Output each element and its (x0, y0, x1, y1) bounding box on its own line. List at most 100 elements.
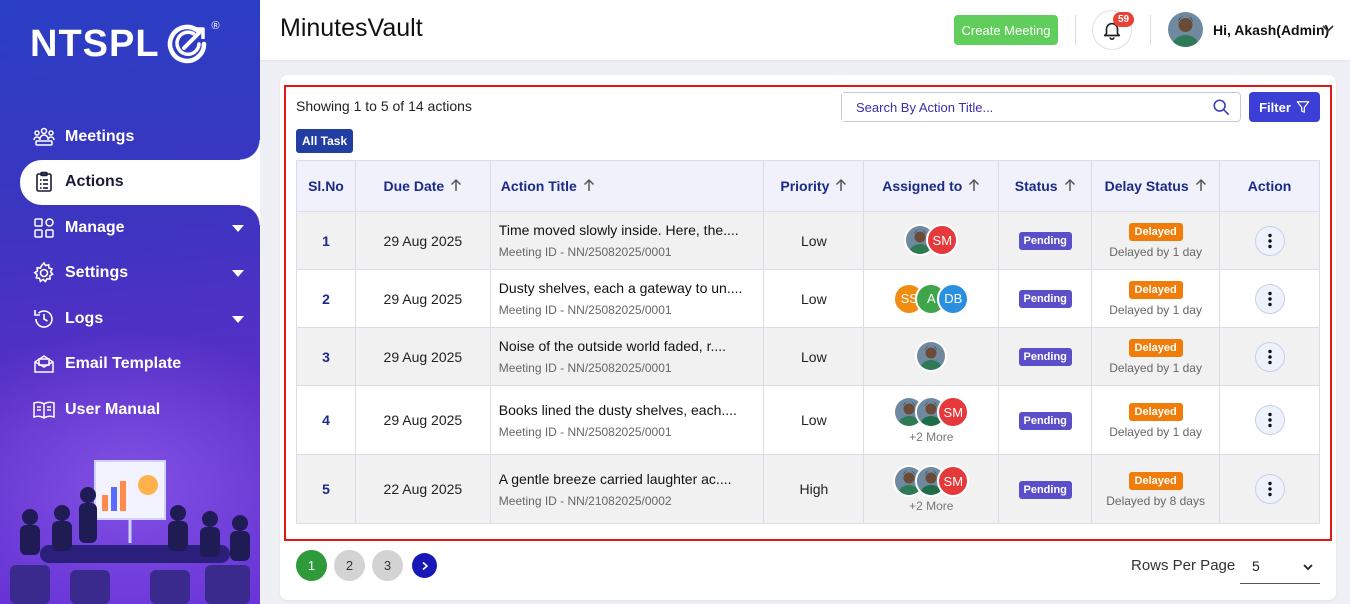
caret-down-icon[interactable] (232, 224, 244, 232)
cell-action-title[interactable]: Noise of the outside world faded, r.... M… (489, 327, 765, 386)
cell-priority: High (763, 454, 865, 524)
cell-action-title[interactable]: Dusty shelves, each a gateway to un.... M… (489, 269, 765, 328)
more-assignees-link[interactable]: +2 More (864, 499, 998, 513)
cell-priority: Low (763, 327, 865, 386)
user-greeting[interactable]: Hi, Akash(Admin) (1213, 22, 1329, 38)
more-options-button[interactable] (1254, 474, 1285, 504)
header-priority[interactable]: Priority (763, 160, 865, 212)
sidebar-item-logs[interactable]: Logs (0, 296, 260, 342)
user-avatar[interactable] (1168, 12, 1203, 47)
gear-icon (32, 261, 56, 285)
table-row[interactable]: 3 29 Aug 2025 Noise of the outside world f… (296, 327, 1320, 386)
action-title-text[interactable]: Dusty shelves, each a gateway to un.... (499, 280, 764, 296)
more-options-button[interactable] (1254, 283, 1285, 314)
sidebar-item-label: Settings (65, 264, 129, 282)
action-title-text[interactable]: Time moved slowly inside. Here, the.... (499, 222, 764, 238)
more-assignees-link[interactable]: +2 More (864, 430, 998, 444)
sidebar-item-label: User Manual (65, 400, 161, 418)
more-options-button[interactable] (1254, 341, 1285, 372)
cell-priority: Low (763, 211, 865, 270)
meeting-id-text: Meeting ID - NN/25082025/0001 (498, 245, 672, 259)
cell-due-date: 22 Aug 2025 (354, 454, 491, 524)
book-icon (32, 398, 56, 422)
search-input[interactable] (842, 93, 1202, 121)
sidebar-item-settings[interactable]: Settings (0, 251, 260, 297)
cell-status: Pending (998, 454, 1093, 524)
cell-action (1219, 327, 1320, 386)
create-meeting-button[interactable]: Create Meeting (954, 15, 1058, 45)
page-button-1[interactable]: 1 (296, 550, 327, 581)
delay-text: Delayed by 1 day (1109, 245, 1202, 259)
status-badge: Pending (1018, 290, 1072, 308)
cell-action-title[interactable]: Books lined the dusty shelves, each.... M… (489, 385, 765, 455)
top-header: MinutesVault Create Meeting 59 Hi, Akash… (260, 0, 1350, 60)
page-button-2[interactable]: 2 (334, 550, 365, 581)
caret-down-icon[interactable] (232, 270, 244, 278)
cell-assigned-to: SM +2 More (863, 454, 1000, 524)
more-options-button[interactable] (1254, 225, 1285, 256)
tab-all-task[interactable]: All Task (296, 129, 354, 153)
action-title-text[interactable]: A gentle breeze carried laughter ac.... (499, 471, 764, 487)
logo-mark-icon: ® (166, 20, 220, 66)
search-icon[interactable] (1212, 98, 1230, 116)
search-box (841, 92, 1241, 122)
chevron-right-icon (421, 561, 428, 570)
sidebar-item-user-manual[interactable]: User Manual (0, 387, 260, 433)
table-row[interactable]: 4 29 Aug 2025 Books lined the dusty shelve… (296, 385, 1320, 455)
chevron-down-icon (1303, 564, 1313, 571)
sidebar-item-label: Actions (65, 173, 124, 191)
status-badge: Pending (1018, 480, 1072, 499)
header-assigned-to[interactable]: Assigned to (863, 160, 1000, 212)
sidebar-item-manage[interactable]: Manage (0, 205, 260, 251)
clipboard-icon (32, 170, 56, 194)
action-title-text[interactable]: Noise of the outside world faded, r.... (499, 338, 764, 354)
more-options-button[interactable] (1254, 405, 1285, 435)
cell-assigned-to: SM (863, 211, 1000, 270)
cell-action-title[interactable]: Time moved slowly inside. Here, the.... M… (489, 211, 765, 270)
table-row[interactable]: 2 29 Aug 2025 Dusty shelves, each a gatewa… (296, 269, 1320, 328)
cell-delay-status: Delayed Delayed by 1 day (1091, 385, 1221, 455)
sidebar-item-meetings[interactable]: Meetings (0, 114, 260, 160)
assignee-avatar: SM (926, 224, 959, 256)
cell-action-title[interactable]: A gentle breeze carried laughter ac.... M… (489, 454, 765, 524)
logo-text: NTSPL (30, 22, 160, 65)
header-status[interactable]: Status (998, 160, 1093, 212)
sidebar-item-actions[interactable]: Actions (20, 139, 260, 225)
delay-badge: Delayed (1128, 339, 1183, 357)
cell-due-date: 29 Aug 2025 (354, 269, 491, 328)
sidebar-item-email-template[interactable]: Email Template (0, 342, 260, 388)
caret-down-icon[interactable] (232, 315, 244, 323)
filter-button[interactable]: Filter (1249, 92, 1320, 122)
kebab-icon (1267, 233, 1272, 248)
meeting-id-text: Meeting ID - NN/25082025/0001 (498, 361, 672, 375)
divider (1150, 15, 1151, 45)
header-action-title[interactable]: Action Title (489, 160, 765, 212)
header-delay-status[interactable]: Delay Status (1091, 160, 1221, 212)
cell-slno: 3 (296, 327, 356, 386)
delay-text: Delayed by 1 day (1109, 424, 1202, 439)
delay-text: Delayed by 8 days (1106, 493, 1205, 508)
chevron-down-icon[interactable] (1321, 22, 1335, 36)
sort-arrow-icon (1064, 178, 1076, 195)
meeting-id-text: Meeting ID - NN/25082025/0001 (498, 424, 672, 439)
next-page-button[interactable] (412, 553, 437, 578)
cell-due-date: 29 Aug 2025 (354, 211, 491, 270)
assignee-avatar (915, 340, 948, 372)
sort-arrow-icon (450, 178, 462, 195)
kebab-icon (1267, 481, 1272, 497)
page-button-3[interactable]: 3 (372, 550, 403, 581)
page-title: MinutesVault (280, 14, 423, 42)
assignee-avatar: DB (937, 282, 970, 315)
table-row[interactable]: 1 29 Aug 2025 Time moved slowly inside. He… (296, 211, 1320, 270)
sidebar-item-label: Manage (65, 218, 125, 236)
rows-per-page-select[interactable]: 5 (1240, 549, 1320, 584)
table-row[interactable]: 5 22 Aug 2025 A gentle breeze carried laug… (296, 454, 1320, 524)
notification-count-badge: 59 (1113, 12, 1135, 27)
sidebar-item-label: Meetings (65, 127, 135, 145)
header-due-date[interactable]: Due Date (354, 160, 491, 212)
header-action: Action (1219, 160, 1320, 212)
delay-badge: Delayed (1128, 223, 1183, 241)
funnel-icon (1296, 101, 1310, 113)
action-title-text[interactable]: Books lined the dusty shelves, each.... (499, 402, 764, 418)
sort-arrow-icon (968, 178, 980, 195)
